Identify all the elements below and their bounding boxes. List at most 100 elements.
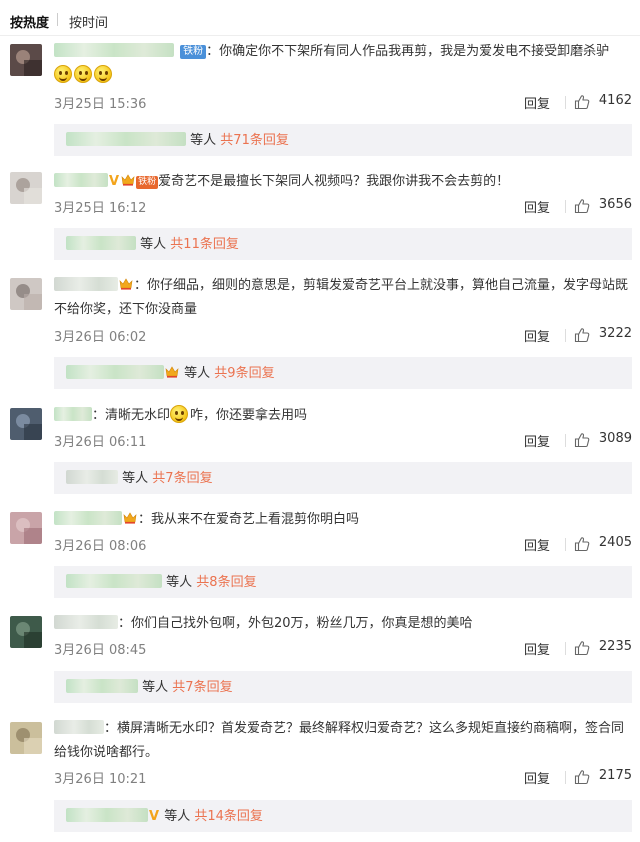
smile-emoji-icon xyxy=(94,65,112,83)
thumbs-up-icon[interactable] xyxy=(574,327,590,343)
reply-users-blurred xyxy=(66,365,164,379)
sub-replies-box[interactable]: 等人 共7条回复 xyxy=(54,671,632,703)
reply-button[interactable]: 回复 xyxy=(524,197,550,216)
reply-button[interactable]: 回复 xyxy=(524,431,550,450)
sub-replies-summary: 等人 共8条回复 xyxy=(66,574,257,591)
view-replies-link[interactable]: 共14条回复 xyxy=(194,809,263,824)
sub-replies-summary: 等人 共71条回复 xyxy=(66,132,289,149)
sub-replies-summary: 等人 共7条回复 xyxy=(66,679,233,696)
tab-by-time[interactable]: 按时间 xyxy=(69,12,108,31)
reply-button[interactable]: 回复 xyxy=(524,326,550,345)
comment-text: ：你仔细品，细则的意思是，剪辑发爱奇艺平台上就没事，算他自己流量，发字母站既不给… xyxy=(54,277,629,317)
comment-actions: 回复 4162 xyxy=(482,93,632,113)
view-replies-link[interactable]: 共8条回复 xyxy=(196,575,256,590)
tab-by-hot[interactable]: 按热度 xyxy=(10,12,49,31)
username-blurred[interactable] xyxy=(54,407,92,421)
username-blurred[interactable] xyxy=(54,43,174,57)
sub-replies-box[interactable]: V 等人 共14条回复 xyxy=(54,800,632,832)
comment-time: 3月26日 08:45 xyxy=(54,643,147,658)
comment-actions: 回复 2405 xyxy=(482,535,632,555)
emoji-row xyxy=(54,64,632,88)
sub-replies-summary: 等人 共7条回复 xyxy=(66,470,213,487)
sub-replies-box[interactable]: 等人 共71条回复 xyxy=(54,124,632,156)
sub-replies-box[interactable]: 等人 共7条回复 xyxy=(54,462,632,494)
thumbs-up-icon[interactable] xyxy=(574,640,590,656)
comment-text: V 铁粉 爱奇艺不是最擅长下架同人视频吗？我跟你讲我不会去剪的！ xyxy=(54,170,632,194)
reply-button[interactable]: 回复 xyxy=(524,639,550,658)
sub-replies-box[interactable]: 等人 共8条回复 xyxy=(54,566,632,598)
comment-text: ：横屏清晰无水印？首发爱奇艺？最终解释权归爱奇艺？这么多规矩直接约商稿啊，签合同… xyxy=(54,720,625,760)
avatar[interactable] xyxy=(10,512,42,544)
action-divider xyxy=(565,200,566,213)
comment-time: 3月25日 15:36 xyxy=(54,97,147,112)
view-replies-link[interactable]: 共9条回复 xyxy=(214,366,274,381)
like-count: 3222 xyxy=(598,326,632,341)
action-divider xyxy=(565,642,566,655)
sub-replies-summary: 等人 共9条回复 xyxy=(66,365,275,382)
reply-users-blurred xyxy=(66,236,136,250)
comment-text: 铁粉 ：你确定你不下架所有同人作品我再剪，我是为爱发电不接受卸磨杀驴 xyxy=(54,40,632,64)
smile-emoji-icon xyxy=(74,65,92,83)
thumbs-up-icon[interactable] xyxy=(574,769,590,785)
sub-replies-box[interactable]: 等人 共11条回复 xyxy=(54,228,632,260)
action-divider xyxy=(565,96,566,109)
comment-actions: 回复 3656 xyxy=(482,197,632,217)
thumbs-up-icon[interactable] xyxy=(574,198,590,214)
thumbs-up-icon[interactable] xyxy=(574,432,590,448)
reply-button[interactable]: 回复 xyxy=(524,768,550,787)
username-blurred[interactable] xyxy=(54,277,118,291)
reply-users-blurred xyxy=(66,679,138,693)
view-replies-link[interactable]: 共7条回复 xyxy=(152,471,212,486)
thumbs-up-icon[interactable] xyxy=(574,94,590,110)
view-replies-link[interactable]: 共71条回复 xyxy=(220,133,289,148)
sub-replies-summary: V 等人 共14条回复 xyxy=(66,808,263,825)
tab-divider xyxy=(57,13,58,26)
reply-users-blurred xyxy=(66,132,186,146)
avatar[interactable] xyxy=(10,278,42,310)
avatar[interactable] xyxy=(10,722,42,754)
view-replies-link[interactable]: 共7条回复 xyxy=(172,680,232,695)
verified-v-icon: V xyxy=(109,174,120,189)
grin-emoji-icon xyxy=(170,405,189,423)
reply-button[interactable]: 回复 xyxy=(524,535,550,554)
action-divider xyxy=(565,434,566,447)
like-count: 2175 xyxy=(598,768,632,783)
crown-icon xyxy=(165,366,179,378)
comment-text: ：你们自己找外包啊，外包20万，粉丝几万，你真是想的美哈 xyxy=(54,612,632,636)
view-replies-link[interactable]: 共11条回复 xyxy=(170,237,239,252)
crown-icon xyxy=(121,174,135,186)
reply-users-blurred xyxy=(66,574,162,588)
crown-icon xyxy=(123,512,137,524)
comment-time: 3月26日 10:21 xyxy=(54,772,147,787)
action-divider xyxy=(565,538,566,551)
avatar[interactable] xyxy=(10,408,42,440)
username-blurred[interactable] xyxy=(54,511,122,525)
sub-replies-box[interactable]: 等人 共9条回复 xyxy=(54,357,632,389)
like-count: 2405 xyxy=(598,535,632,550)
fan-badge: 铁粉 xyxy=(180,45,207,59)
username-blurred[interactable] xyxy=(54,615,118,629)
action-divider xyxy=(565,771,566,784)
action-divider xyxy=(565,329,566,342)
reply-button[interactable]: 回复 xyxy=(524,93,550,112)
like-count: 2235 xyxy=(598,639,632,654)
thumbs-up-icon[interactable] xyxy=(574,536,590,552)
comment-actions: 回复 2235 xyxy=(482,639,632,659)
username-blurred[interactable] xyxy=(54,173,108,187)
fan-badge: 铁粉 xyxy=(136,176,159,189)
like-count: 3656 xyxy=(598,197,632,212)
smile-emoji-icon xyxy=(54,65,72,83)
sub-replies-summary: 等人 共11条回复 xyxy=(66,236,239,253)
avatar[interactable] xyxy=(10,616,42,648)
comment-actions: 回复 3089 xyxy=(482,431,632,451)
username-blurred[interactable] xyxy=(54,720,104,734)
comment-time: 3月25日 16:12 xyxy=(54,201,147,216)
avatar[interactable] xyxy=(10,44,42,76)
avatar[interactable] xyxy=(10,172,42,204)
like-count: 3089 xyxy=(598,431,632,446)
comment-time: 3月26日 06:02 xyxy=(54,330,147,345)
comment-text: ：我从来不在爱奇艺上看混剪你明白吗 xyxy=(54,508,632,532)
comment-actions: 回复 3222 xyxy=(482,326,632,346)
verified-v-icon: V xyxy=(149,809,160,824)
comment-time: 3月26日 08:06 xyxy=(54,539,147,554)
